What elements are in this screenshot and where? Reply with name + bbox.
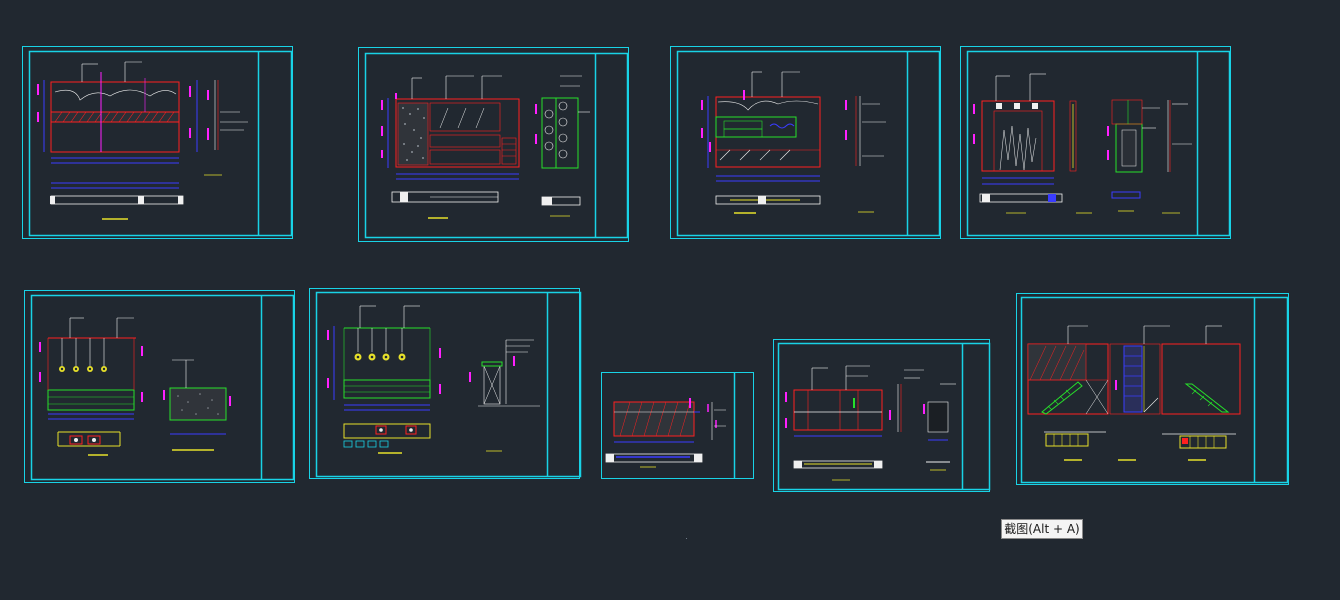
drawing-canvas[interactable]: 截图(Alt + A)	[0, 0, 1340, 600]
sheet-9[interactable]	[1016, 293, 1289, 485]
cursor-dot	[686, 538, 687, 539]
cad-model-space[interactable]	[0, 0, 1340, 600]
sheet-6[interactable]	[309, 288, 582, 479]
sheet-8[interactable]	[773, 339, 991, 492]
sheet-3[interactable]	[670, 46, 941, 239]
sheet-1[interactable]	[22, 46, 293, 239]
screenshot-tooltip: 截图(Alt + A)	[1001, 519, 1083, 539]
sheet-7[interactable]	[601, 372, 754, 479]
sheet-2[interactable]	[358, 47, 629, 242]
sheet-5[interactable]	[24, 290, 295, 483]
sheet-4[interactable]	[960, 46, 1231, 239]
